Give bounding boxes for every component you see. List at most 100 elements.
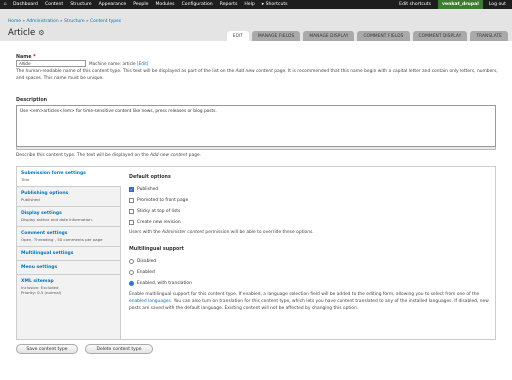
delete-content-type-button[interactable]: Delete content type <box>85 344 153 354</box>
toolbar-modules[interactable]: Modules <box>152 2 178 7</box>
enabled-languages-link[interactable]: enabled languages <box>129 299 171 304</box>
name-input[interactable] <box>16 60 86 67</box>
vtab-summary: Inclusion: Excluded Priority: 0.5 (norma… <box>21 285 62 295</box>
admin-toolbar: ⌂ Dashboard Content Structure Appearance… <box>0 0 512 9</box>
edit-shortcuts-link[interactable]: Edit shortcuts <box>396 2 435 7</box>
option-label: Promoted to front page <box>137 197 189 203</box>
option-ml-enabled-translation[interactable]: Enabled, with translation <box>129 280 491 286</box>
home-icon[interactable]: ⌂ <box>0 0 10 9</box>
breadcrumb-structure[interactable]: Structure <box>64 19 84 24</box>
option-label: Disabled <box>137 258 157 264</box>
tab-edit[interactable]: EDIT <box>226 31 249 41</box>
toolbar-shortcuts[interactable]: ▸ Shortcuts <box>259 2 292 7</box>
toolbar-structure[interactable]: Structure <box>67 2 95 7</box>
default-options-title: Default options <box>129 175 171 180</box>
permission-note-emphasis: Administer content <box>162 230 205 235</box>
vtab-multilingual-settings[interactable]: Multilingual settings <box>17 247 120 261</box>
option-label: Sticky at top of lists <box>137 208 181 214</box>
description-help-text: Describe this content type. The text wil… <box>16 153 201 158</box>
vtab-comment-settings[interactable]: Comment settings Open, Threading , 50 co… <box>17 227 120 247</box>
tab-comment-display[interactable]: COMMENT DISPLAY <box>412 31 468 41</box>
user-account-link[interactable]: venkat_drupal <box>437 0 483 9</box>
radio-disabled[interactable] <box>129 258 134 264</box>
toolbar-help[interactable]: Help <box>241 2 258 7</box>
breadcrumb-home[interactable]: Home <box>8 19 21 24</box>
tab-comment-fields[interactable]: COMMENT FIELDS <box>357 31 410 41</box>
vtab-title: Comment settings <box>21 231 68 236</box>
permission-note-part: permission will be able to override thes… <box>204 230 314 235</box>
vtab-summary: Published <box>21 197 40 202</box>
checkbox-published[interactable]: ✓ <box>129 186 134 192</box>
vtab-title: Menu settings <box>21 265 58 270</box>
toolbar-dashboard[interactable]: Dashboard <box>10 2 42 7</box>
multilingual-help-part: Enable multilingual support for this con… <box>129 292 480 297</box>
option-promoted[interactable]: Promoted to front page <box>129 197 491 203</box>
toolbar-appearance[interactable]: Appearance <box>96 2 131 7</box>
checkbox-new-revision[interactable] <box>129 219 134 225</box>
vtab-publishing-options[interactable]: Publishing options Published <box>17 187 120 207</box>
vertical-tab-pane: Default options ✓ Published Promoted to f… <box>129 175 491 312</box>
vtab-summary: Display author and date information. <box>21 217 93 222</box>
vtab-title: XML sitemap <box>21 279 54 284</box>
toolbar-reports[interactable]: Reports <box>217 2 242 7</box>
description-help-part: Describe this content type. The text wil… <box>16 153 150 158</box>
description-textarea[interactable]: Use <em>articles</em> for time-sensitive… <box>16 105 496 147</box>
option-label: Enabled, with translation <box>137 280 192 286</box>
option-published[interactable]: ✓ Published <box>129 186 491 192</box>
option-sticky[interactable]: Sticky at top of lists <box>129 208 491 214</box>
radio-enabled[interactable] <box>129 269 134 275</box>
vtab-xml-sitemap[interactable]: XML sitemap Inclusion: Excluded Priority… <box>17 275 120 299</box>
option-label: Enabled <box>137 269 155 275</box>
vtab-title: Publishing options <box>21 191 69 196</box>
breadcrumb: Home » Administration » Structure » Cont… <box>8 19 121 24</box>
vtab-menu-settings[interactable]: Menu settings <box>17 261 120 275</box>
vtab-summary: Open, Threading , 50 comments per page <box>21 237 103 242</box>
machine-name: Machine name: article [Edit] <box>89 61 148 66</box>
description-field-label: Description <box>16 98 48 103</box>
page-title: Article ⚙ <box>8 28 45 38</box>
description-help-part: page. <box>187 153 202 158</box>
name-help-emphasis: Add new content <box>235 69 273 74</box>
tab-manage-display[interactable]: MANAGE DISPLAY <box>303 31 355 41</box>
name-help-part: The human-readable name of this content … <box>16 69 236 74</box>
toolbar-shortcuts-label: Shortcuts <box>265 2 288 7</box>
vtab-title: Display settings <box>21 211 62 216</box>
permission-note-part: Users with the <box>129 230 163 235</box>
logout-link[interactable]: Log out <box>483 2 512 7</box>
name-help-text: The human-readable name of this content … <box>16 68 504 82</box>
option-ml-disabled[interactable]: Disabled <box>129 258 491 264</box>
vtab-title: Multilingual settings <box>21 251 74 256</box>
gear-icon[interactable]: ⚙ <box>38 29 44 37</box>
textarea-resize-grip[interactable] <box>16 147 496 150</box>
radio-enabled-translation[interactable] <box>129 280 134 286</box>
vtab-summary: Title <box>21 177 30 182</box>
page-title-text: Article <box>8 28 36 38</box>
multilingual-help-part: . You can also turn on translation for t… <box>129 299 489 311</box>
tab-translate[interactable]: TRANSLATE <box>470 31 508 41</box>
multilingual-help-text: Enable multilingual support for this con… <box>129 291 491 312</box>
vtab-title: Submission form settings <box>21 171 86 176</box>
multilingual-support-title: Multilingual support <box>129 247 184 252</box>
primary-tabs: EDIT MANAGE FIELDS MANAGE DISPLAY COMMEN… <box>226 31 508 41</box>
machine-name-edit-link[interactable]: [Edit] <box>137 61 148 66</box>
machine-name-text: Machine name: article <box>89 61 136 66</box>
vertical-tabs: Submission form settings Title Publishin… <box>16 166 496 340</box>
checkbox-sticky[interactable] <box>129 208 134 214</box>
option-label: Create new revision <box>137 219 181 225</box>
vtab-display-settings[interactable]: Display settings Display author and date… <box>17 207 120 227</box>
toolbar-people[interactable]: People <box>130 2 152 7</box>
option-label: Published <box>137 186 159 192</box>
vertical-tab-list: Submission form settings Title Publishin… <box>17 167 121 339</box>
checkbox-promoted[interactable] <box>129 197 134 203</box>
save-content-type-button[interactable]: Save content type <box>16 344 78 354</box>
option-new-revision[interactable]: Create new revision <box>129 219 491 225</box>
permission-note: Users with the Administer content permis… <box>129 230 491 235</box>
option-ml-enabled[interactable]: Enabled <box>129 269 491 275</box>
breadcrumb-content-types[interactable]: Content types <box>90 19 121 24</box>
toolbar-content[interactable]: Content <box>42 2 67 7</box>
description-help-emphasis: Add new content <box>150 153 188 158</box>
tab-manage-fields[interactable]: MANAGE FIELDS <box>252 31 301 41</box>
vtab-submission-form-settings[interactable]: Submission form settings Title <box>17 167 121 187</box>
toolbar-configuration[interactable]: Configuration <box>179 2 217 7</box>
breadcrumb-administration[interactable]: Administration <box>26 19 58 24</box>
